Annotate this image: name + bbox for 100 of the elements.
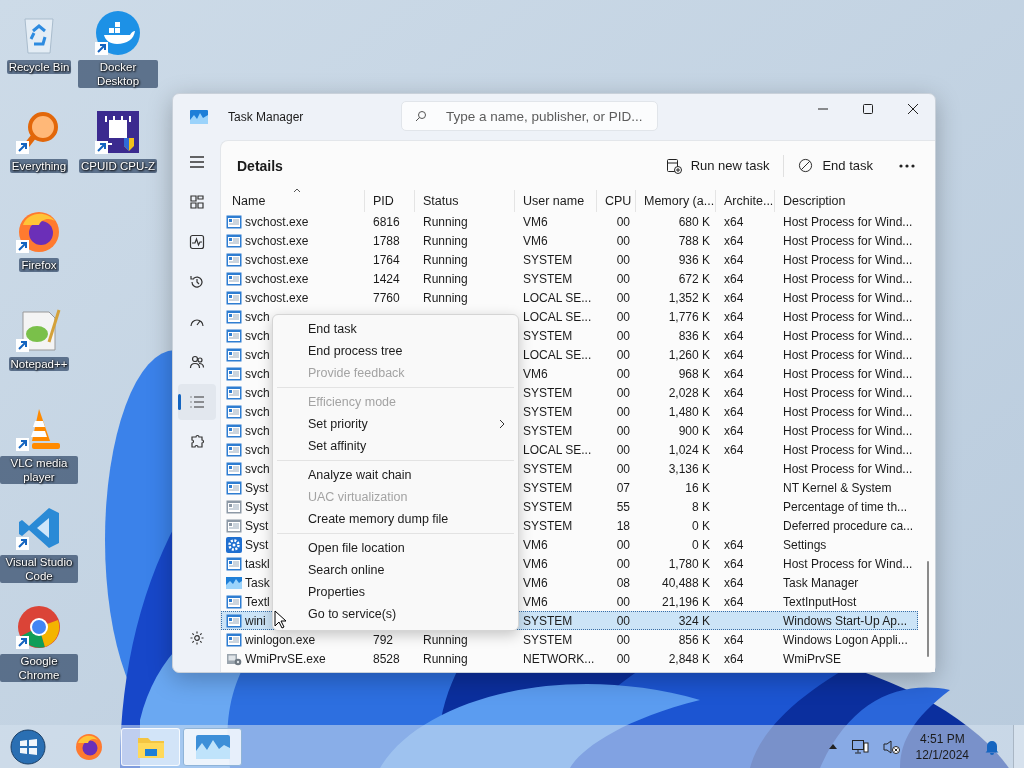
- table-cell: LOCAL SE...: [523, 309, 592, 324]
- table-cell: x64: [724, 423, 744, 438]
- clock-date[interactable]: 12/1/2024: [915, 746, 969, 763]
- column-header[interactable]: PID: [365, 190, 415, 212]
- table-cell: 00: [616, 461, 630, 476]
- desktop-icon-label[interactable]: Google Chrome: [0, 654, 78, 682]
- table-cell: 00: [616, 442, 630, 457]
- desktop-icon-label[interactable]: Docker Desktop: [78, 60, 158, 88]
- table-cell: x64: [724, 233, 744, 248]
- table-cell: NETWORK...: [523, 651, 595, 666]
- column-header[interactable]: Description: [775, 190, 918, 212]
- table-cell: 00: [616, 556, 630, 571]
- table-cell: svch: [245, 461, 270, 476]
- table-cell: 1788: [373, 233, 400, 248]
- desktop-icon-label[interactable]: Visual Studio Code: [0, 555, 78, 583]
- table-cell: Host Process for Wind...: [783, 214, 913, 229]
- table-cell: svch: [245, 347, 270, 362]
- column-header[interactable]: CPU: [597, 190, 636, 212]
- window-title: Task Manager: [228, 110, 305, 124]
- table-cell: SYSTEM: [523, 613, 573, 628]
- table-cell: x64: [724, 537, 744, 552]
- column-header[interactable]: User name: [515, 190, 597, 212]
- table-cell: svch: [245, 309, 270, 324]
- table-cell: 08: [616, 575, 630, 590]
- menu-item[interactable]: Open file location: [273, 537, 518, 559]
- table-cell: Syst: [245, 537, 269, 552]
- desktop-icon-label[interactable]: Firefox: [19, 258, 59, 272]
- table-cell: Percentage of time th...: [783, 499, 908, 514]
- clock-time[interactable]: 4:51 PM: [919, 730, 965, 747]
- table-cell: x64: [724, 309, 744, 324]
- table-cell: VM6: [523, 575, 548, 590]
- desktop-icon-label[interactable]: VLC media player: [0, 456, 78, 484]
- menu-item[interactable]: Properties: [273, 581, 518, 603]
- table-cell: x64: [724, 632, 744, 647]
- table-cell: Host Process for Wind...: [783, 347, 913, 362]
- table-cell: svch: [245, 423, 270, 438]
- desktop-icon-label[interactable]: CPUID CPU-Z: [78, 159, 158, 173]
- table-cell: x64: [724, 214, 744, 229]
- table-cell: Host Process for Wind...: [783, 309, 913, 324]
- menu-item[interactable]: Analyze wait chain: [273, 464, 518, 486]
- menu-item[interactable]: Set priority: [273, 413, 518, 435]
- menu-item[interactable]: Create memory dump file: [273, 508, 518, 530]
- table-cell: 968 K: [678, 366, 710, 381]
- table-cell: VM6: [523, 537, 548, 552]
- table-cell: 00: [616, 347, 630, 362]
- page-title: Details: [237, 157, 283, 174]
- desktop-icon-label[interactable]: Recycle Bin: [6, 60, 72, 74]
- run-new-task-button[interactable]: Run new task: [657, 153, 778, 178]
- column-header[interactable]: Memory (a...: [636, 190, 716, 212]
- menu-item[interactable]: Set affinity: [273, 435, 518, 457]
- table-cell: x64: [724, 556, 744, 571]
- table-cell: 00: [616, 252, 630, 267]
- table-cell: 8 K: [692, 499, 710, 514]
- column-header[interactable]: Status: [415, 190, 515, 212]
- table-cell: VM6: [523, 556, 548, 571]
- table-cell: svch: [245, 385, 270, 400]
- table-cell: VM6: [523, 366, 548, 381]
- table-cell: 1764: [373, 252, 400, 267]
- table-cell: SYSTEM: [523, 518, 573, 533]
- table-cell: 1,024 K: [668, 442, 710, 457]
- table-cell: Running: [423, 271, 468, 286]
- column-header[interactable]: Archite...: [716, 190, 775, 212]
- menu-item[interactable]: Search online: [273, 559, 518, 581]
- table-cell: Running: [423, 214, 468, 229]
- table-cell: 0 K: [692, 537, 710, 552]
- table-cell: Textl: [245, 594, 270, 609]
- table-cell: 00: [616, 404, 630, 419]
- table-cell: x64: [724, 594, 744, 609]
- search-field[interactable]: Type a name, publisher, or PID...: [401, 101, 658, 131]
- table-cell: SYSTEM: [523, 271, 573, 286]
- end-task-button[interactable]: End task: [790, 154, 881, 177]
- table-cell: Host Process for Wind...: [783, 366, 913, 381]
- menu-item[interactable]: End process tree: [273, 340, 518, 362]
- table-cell: 00: [616, 651, 630, 666]
- menu-item[interactable]: End task: [273, 318, 518, 340]
- table-cell: Host Process for Wind...: [783, 252, 913, 267]
- table-cell: 00: [616, 328, 630, 343]
- table-cell: 00: [616, 613, 630, 628]
- desktop-icon-label[interactable]: Notepad++: [8, 357, 70, 371]
- table-cell: svch: [245, 404, 270, 419]
- table-cell: x64: [724, 366, 744, 381]
- table-cell: 00: [616, 290, 630, 305]
- table-cell: Task: [245, 575, 270, 590]
- table-cell: 836 K: [678, 328, 710, 343]
- table-cell: Running: [423, 252, 468, 267]
- table-cell: 00: [616, 632, 630, 647]
- table-cell: 07: [616, 480, 630, 495]
- table-cell: Host Process for Wind...: [783, 442, 913, 457]
- table-cell: 00: [616, 385, 630, 400]
- column-header[interactable]: Name: [221, 190, 365, 212]
- table-cell: Running: [423, 651, 468, 666]
- table-cell: x64: [724, 404, 744, 419]
- table-cell: SYSTEM: [523, 423, 573, 438]
- table-cell: 900 K: [678, 423, 710, 438]
- table-cell: Host Process for Wind...: [783, 461, 913, 476]
- table-cell: Host Process for Wind...: [783, 385, 913, 400]
- menu-item[interactable]: Go to service(s): [273, 603, 518, 625]
- table-cell: Running: [423, 233, 468, 248]
- table-cell: VM6: [523, 233, 548, 248]
- table-cell: Windows Start-Up Ap...: [783, 613, 908, 628]
